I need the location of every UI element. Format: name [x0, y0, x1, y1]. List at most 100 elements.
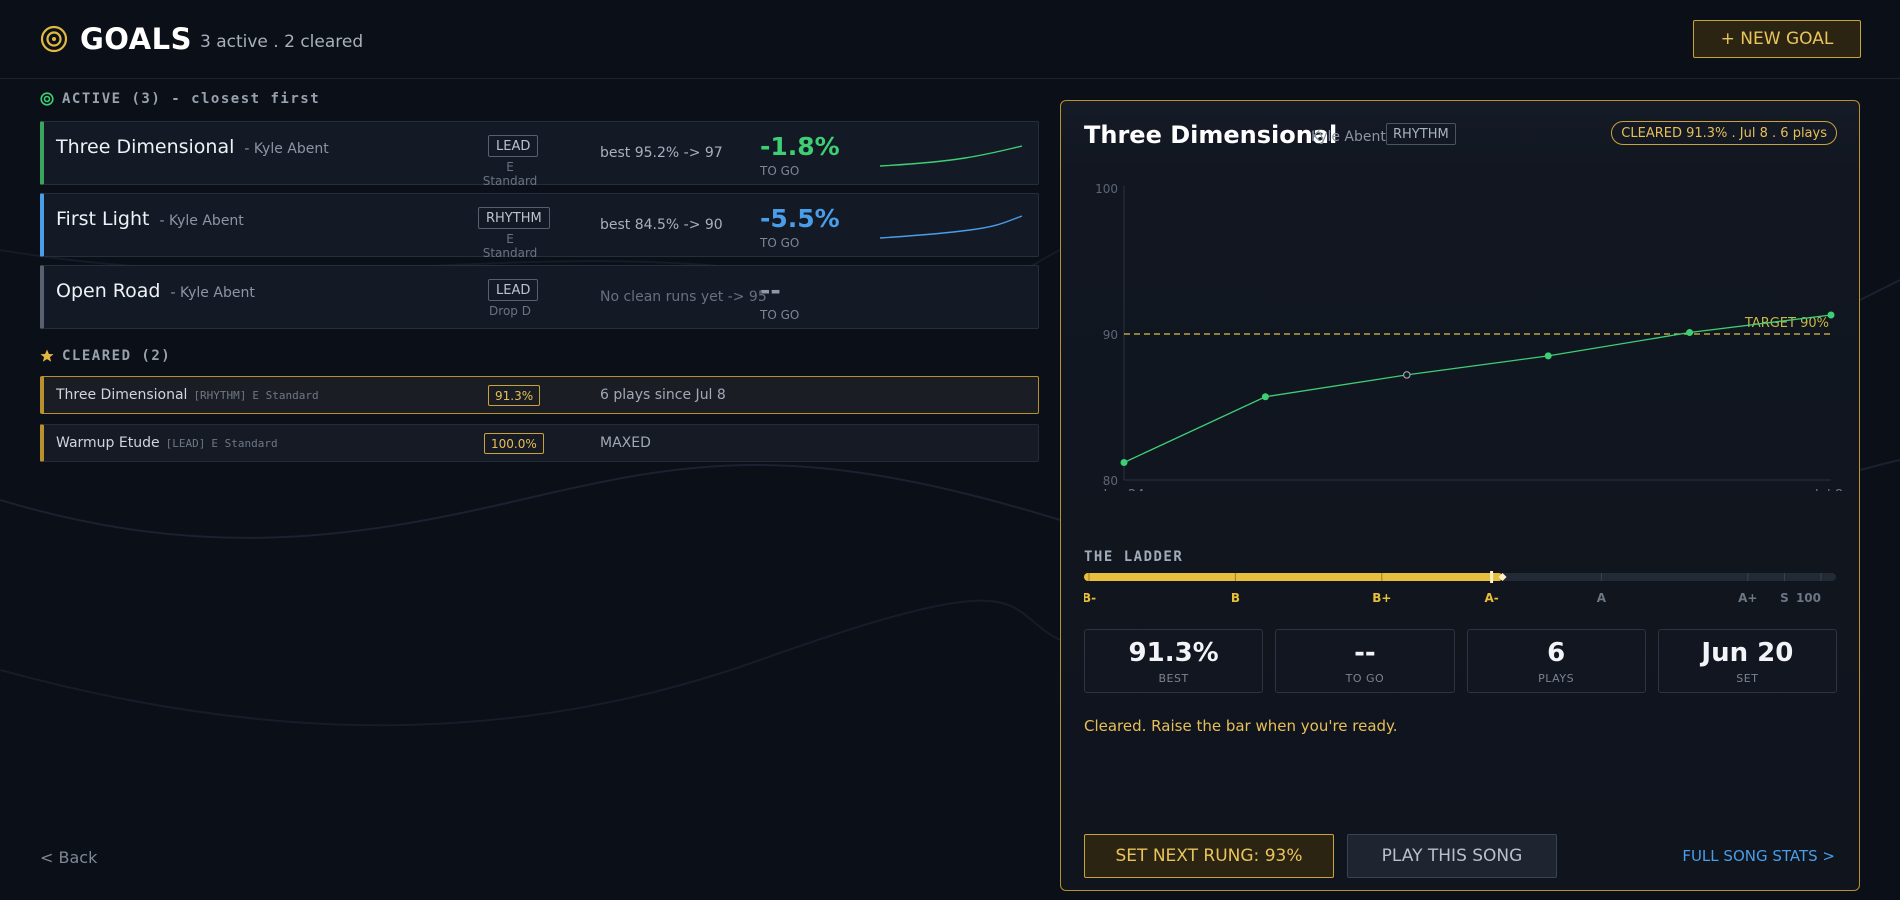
active-target-icon	[40, 92, 54, 106]
goal-best: best 95.2% -> 97	[600, 145, 723, 161]
star-icon	[40, 349, 54, 362]
goal-artist: - Kyle Abent	[170, 285, 255, 301]
goal-song-title: Three Dimensional	[56, 136, 235, 158]
goal-togo-label: TO GO	[760, 164, 800, 178]
goal-detail-panel: Three Dimensional Kyle Abent RHYTHM CLEA…	[1060, 100, 1860, 891]
clean-run-point	[1827, 311, 1835, 319]
cleared-arrangement: [RHYTHM]	[193, 389, 247, 402]
cleared-section-label: CLEARED (2)	[62, 348, 172, 364]
detail-status-pill: CLEARED 91.3% . Jul 8 . 6 plays	[1611, 121, 1837, 145]
stat-label: SET	[1736, 671, 1759, 685]
tuning-label: E Standard	[482, 160, 538, 188]
goal-artist: - Kyle Abent	[159, 213, 244, 229]
stat-value: --	[1354, 637, 1376, 668]
active-goal-card[interactable]: Three Dimensional - Kyle Abent LEAD E Sta…	[40, 121, 1039, 188]
ladder-title: THE LADDER	[1084, 549, 1184, 565]
target-label: TARGET 90%	[1744, 316, 1829, 331]
full-song-stats-link[interactable]: FULL SONG STATS >	[1682, 847, 1835, 865]
cleared-song-line: Three Dimensional [RHYTHM] E Standard	[56, 387, 319, 403]
page-title: GOALS	[80, 22, 192, 56]
goal-song-line: Three Dimensional - Kyle Abent	[56, 136, 329, 158]
ladder-rung-label: B	[1231, 591, 1240, 605]
clean-run-point	[1261, 393, 1269, 401]
ladder-fill	[1084, 573, 1503, 581]
x-tick-label: Jun 24	[1103, 488, 1145, 491]
assisted-point	[1402, 371, 1411, 379]
clean-run-point	[1120, 458, 1128, 466]
stat-value: 91.3%	[1128, 637, 1219, 668]
grade-ladder: B- B B+ A- A A+ S 100	[1084, 571, 1836, 605]
ladder-rung-label: B-	[1084, 591, 1096, 605]
x-tick-label: Jul 8	[1814, 488, 1843, 491]
set-next-rung-button[interactable]: SET NEXT RUNG: 93%	[1084, 834, 1334, 878]
ladder-rung-label: A	[1597, 591, 1607, 605]
y-tick-label: 80	[1103, 474, 1118, 488]
stat-value: Jun 20	[1701, 637, 1794, 668]
progress-chart: 8090100Jun 24Jul 8TARGET 90%clean runass…	[1095, 182, 1843, 491]
stat-togo: -- TO GO	[1275, 629, 1455, 693]
ladder-rung-label: A-	[1484, 591, 1498, 605]
goal-best: No clean runs yet -> 95	[600, 289, 767, 305]
goal-togo-label: TO GO	[760, 308, 800, 322]
goal-song-title: First Light	[56, 208, 150, 230]
sparkline-line	[880, 215, 1022, 239]
ladder-rung-label: B+	[1372, 591, 1391, 605]
goal-togo-value: -1.8%	[760, 132, 840, 161]
goal-song-line: First Light - Kyle Abent	[56, 208, 244, 230]
cleared-arrangement: [LEAD]	[165, 437, 206, 450]
progress-sparkline	[880, 215, 1022, 239]
stat-label: PLAYS	[1538, 671, 1575, 685]
tuning-label: Drop D	[489, 304, 531, 318]
stat-best: 91.3% BEST	[1084, 629, 1264, 693]
cleared-tuning: E Standard	[252, 389, 319, 402]
stat-plays: 6 PLAYS	[1466, 629, 1646, 693]
cleared-song-title: Three Dimensional	[56, 387, 188, 403]
stat-value: 6	[1547, 637, 1566, 668]
active-goal-card[interactable]: First Light - Kyle Abent RHYTHM E Standar…	[40, 193, 1039, 260]
ladder-rung-label: S	[1780, 591, 1789, 605]
stat-set: Jun 20 SET	[1657, 629, 1837, 693]
detail-song-title: Three Dimensional	[1084, 121, 1338, 149]
back-link[interactable]: < Back	[40, 848, 97, 867]
ladder-rung-label: A+	[1738, 591, 1757, 605]
active-section-header: ACTIVE (3) - closest first	[40, 91, 320, 107]
sparkline-line	[880, 145, 1022, 167]
cleared-section-header: CLEARED (2)	[40, 348, 171, 364]
app-root: GOALS 3 active . 2 cleared + NEW GOAL AC…	[0, 0, 1900, 900]
y-tick-label: 100	[1095, 182, 1118, 196]
clean-run-point	[1686, 329, 1694, 337]
cleared-tuning: E Standard	[211, 437, 278, 450]
play-song-button[interactable]: PLAY THIS SONG	[1347, 834, 1557, 878]
goal-artist: - Kyle Abent	[244, 141, 329, 157]
cleared-goal-row[interactable]: Warmup Etude [LEAD] E Standard 100.0% MAXE…	[40, 424, 1039, 462]
goal-togo-value: --	[760, 276, 781, 305]
detail-arrangement-badge: RHYTHM	[1386, 123, 1456, 145]
cleared-note: 6 plays since Jul 8	[600, 387, 726, 403]
goal-song-line: Open Road - Kyle Abent	[56, 280, 255, 302]
ladder-rung-label: 100	[1796, 591, 1821, 605]
goal-summary: 3 active . 2 cleared	[200, 32, 364, 52]
clean-run-point	[1544, 352, 1552, 360]
cleared-goal-row[interactable]: Three Dimensional [RHYTHM] E Standard 91.3…	[40, 376, 1039, 414]
goal-song-title: Open Road	[56, 280, 161, 302]
cleared-song-title: Warmup Etude	[56, 435, 160, 451]
arrangement-badge: LEAD	[488, 135, 539, 157]
goal-togo-label: TO GO	[760, 236, 800, 250]
stat-label: TO GO	[1345, 671, 1385, 685]
stats-row: 91.3% BEST -- TO GO 6 PLAYS Jun 20 SET	[1084, 629, 1837, 693]
active-goal-card[interactable]: Open Road - Kyle Abent LEAD Drop D No cle…	[40, 265, 1039, 329]
cleared-song-line: Warmup Etude [LEAD] E Standard	[56, 435, 278, 451]
cleared-score-badge: 100.0%	[484, 433, 544, 454]
progress-sparkline	[880, 145, 1022, 167]
arrangement-badge: LEAD	[488, 279, 539, 301]
cleared-score-badge: 91.3%	[488, 385, 541, 406]
header-bar: GOALS 3 active . 2 cleared + NEW GOAL	[0, 0, 1900, 79]
new-goal-button[interactable]: + NEW GOAL	[1693, 20, 1861, 58]
detail-artist: Kyle Abent	[1311, 129, 1386, 145]
cleared-note: MAXED	[600, 435, 651, 451]
stat-label: BEST	[1158, 671, 1189, 685]
detail-message: Cleared. Raise the bar when you're ready…	[1084, 717, 1398, 735]
y-tick-label: 90	[1103, 328, 1118, 342]
series-line-best	[1123, 314, 1832, 464]
ladder-set-marker	[1490, 571, 1494, 583]
